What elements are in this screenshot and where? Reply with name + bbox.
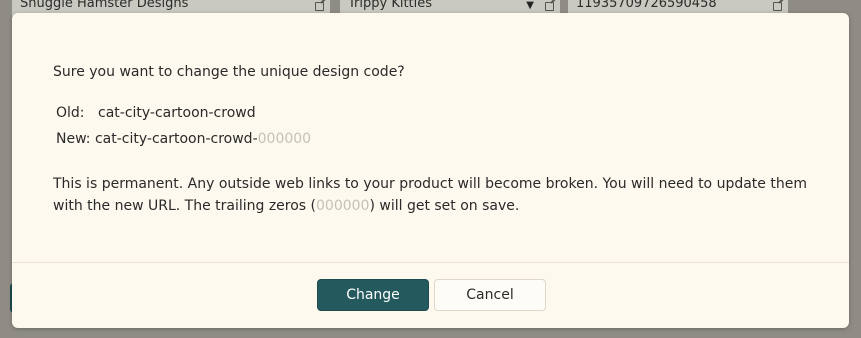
external-link-icon[interactable] bbox=[315, 2, 324, 11]
cancel-button[interactable]: Cancel bbox=[434, 279, 546, 311]
collection-value: Trippy Kitties bbox=[348, 0, 433, 11]
new-code-suffix: 000000 bbox=[257, 131, 312, 147]
old-code-row: Old: cat-city-cartoon-crowd bbox=[56, 105, 256, 121]
new-label: New: bbox=[56, 131, 91, 147]
old-label: Old: bbox=[56, 105, 85, 121]
dialog-question: Sure you want to change the unique desig… bbox=[53, 64, 405, 80]
new-code-row: New: cat-city-cartoon-crowd-000000 bbox=[56, 131, 311, 147]
old-code-value: cat-city-cartoon-crowd bbox=[98, 105, 256, 121]
change-button[interactable]: Change bbox=[317, 279, 429, 311]
warning-zeros: 000000 bbox=[316, 198, 370, 214]
new-code-value: cat-city-cartoon-crowd- bbox=[94, 131, 258, 147]
chevron-down-icon[interactable]: ▼ bbox=[526, 0, 534, 11]
warning-text-part2: ) will get set on save. bbox=[369, 198, 520, 214]
external-link-icon[interactable] bbox=[545, 2, 554, 11]
warning-paragraph: This is permanent. Any outside web links… bbox=[53, 173, 813, 217]
shop-name-value: Snuggle Hamster Designs bbox=[20, 0, 189, 11]
product-id-value: 1193570972659045​8 bbox=[576, 0, 717, 11]
external-link-icon[interactable] bbox=[773, 2, 782, 11]
confirm-change-dialog: Sure you want to change the unique desig… bbox=[12, 13, 849, 328]
footer-divider bbox=[12, 262, 849, 263]
